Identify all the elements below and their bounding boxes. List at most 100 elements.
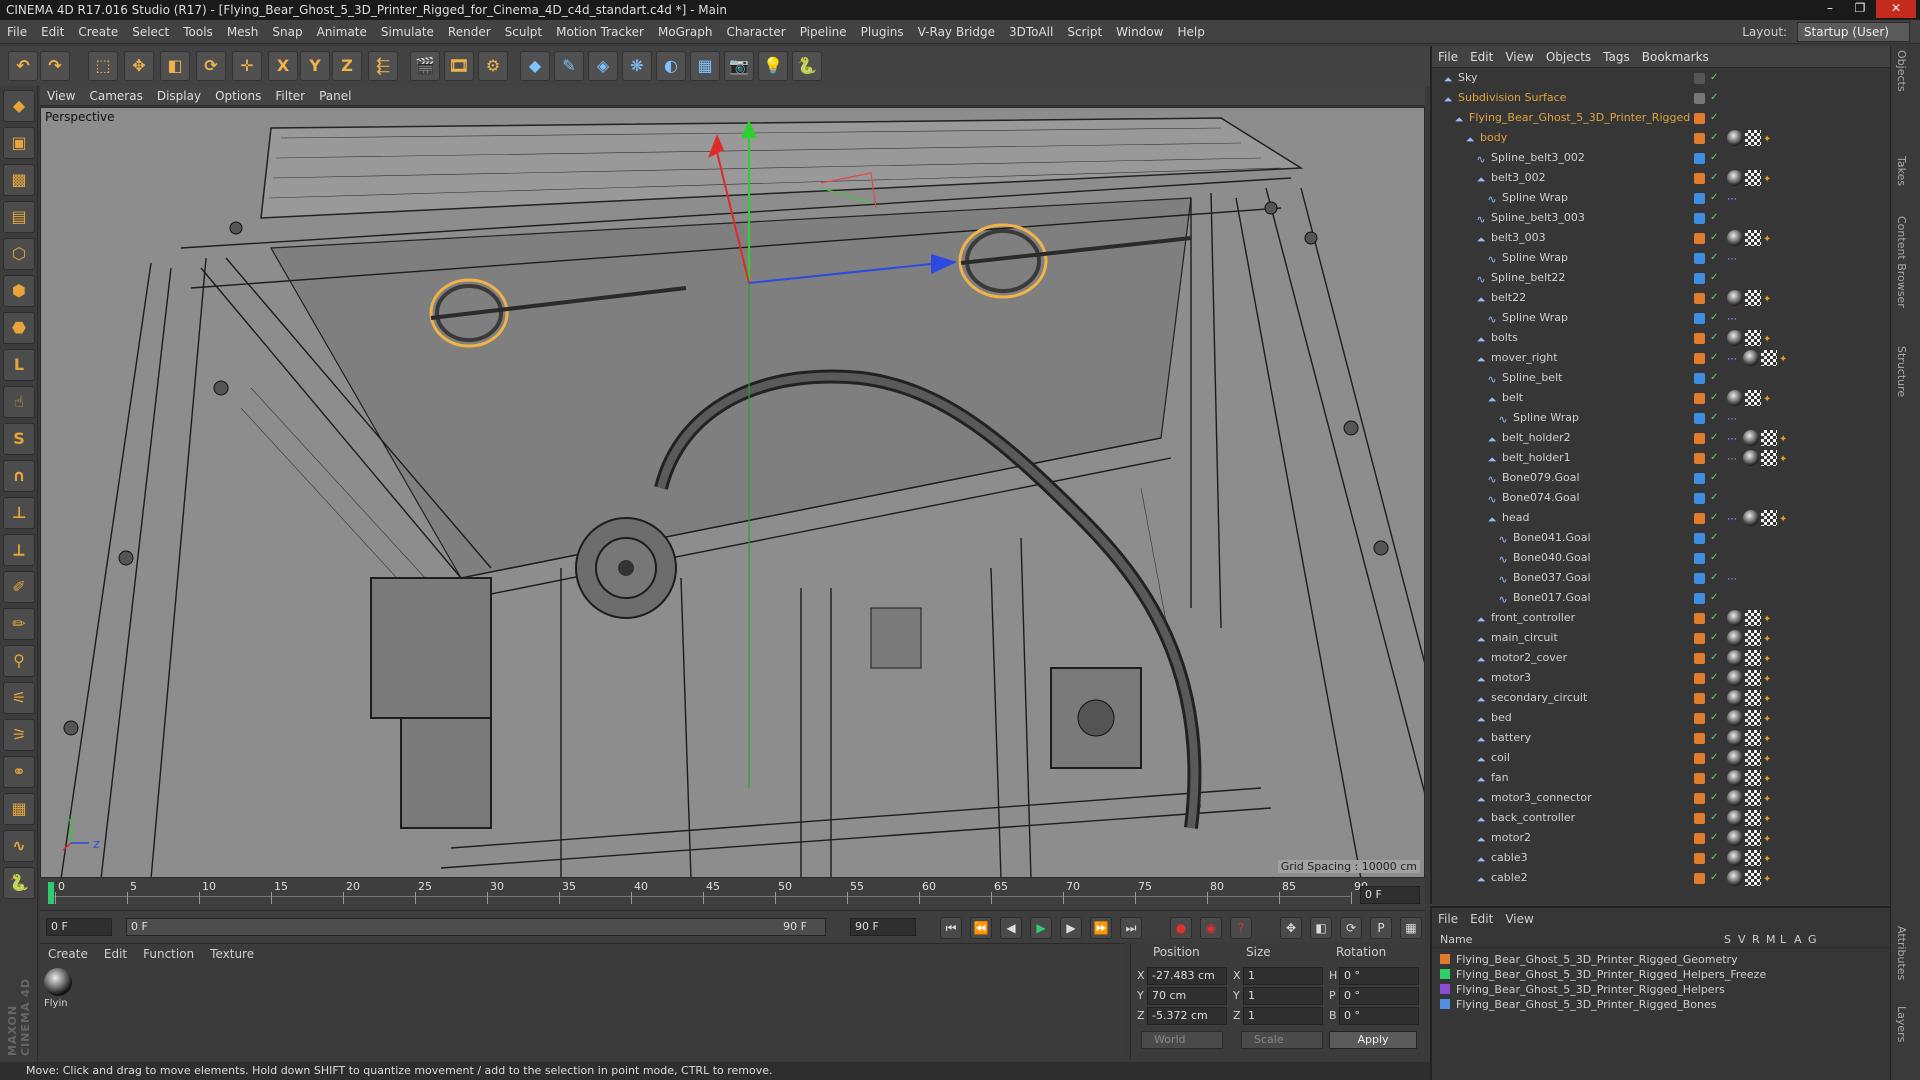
layer-color-swatch[interactable]	[1694, 213, 1705, 224]
layer-color-swatch[interactable]	[1694, 73, 1705, 84]
ik-tag-icon[interactable]: ✦	[1763, 670, 1775, 686]
ik-tag-icon[interactable]: ✦	[1763, 690, 1775, 706]
texture-tag-icon[interactable]	[1745, 170, 1761, 186]
visibility-flags[interactable]: ✓	[1710, 591, 1724, 605]
ik-tag-icon[interactable]: ✦	[1763, 730, 1775, 746]
smooth-icon[interactable]: ⚞	[3, 719, 35, 751]
param-key-icon[interactable]: P	[1370, 917, 1392, 939]
object-row[interactable]: ∿ Spline_belt3_002 ✓	[1432, 148, 1890, 168]
ik-tag-icon[interactable]: ✦	[1779, 350, 1791, 366]
menu-mograph[interactable]: MoGraph	[651, 20, 720, 44]
layer-color-swatch[interactable]	[1694, 373, 1705, 384]
visibility-flags[interactable]: ✓	[1710, 471, 1724, 485]
layer-color-swatch[interactable]	[1440, 984, 1450, 994]
material-tag-icon[interactable]	[1727, 690, 1743, 706]
timeline[interactable]: 051015202530354045505560657075808590 0 F	[40, 878, 1425, 910]
menu-v-ray-bridge[interactable]: V-Ray Bridge	[911, 20, 1002, 44]
material-tag-icon[interactable]	[1727, 290, 1743, 306]
spline-tag-icon[interactable]: ⋯	[1727, 310, 1741, 326]
ik-tag-icon[interactable]: ✦	[1763, 870, 1775, 886]
side-tab-takes[interactable]: Takes	[1895, 156, 1908, 186]
layer-column-v[interactable]: V	[1738, 933, 1746, 946]
layer-row[interactable]: Flying_Bear_Ghost_5_3D_Printer_Rigged_He…	[1440, 982, 1725, 997]
menu-snap[interactable]: Snap	[265, 20, 309, 44]
ik-tag-icon[interactable]: ✦	[1763, 650, 1775, 666]
object-row[interactable]: ⏶ Flying_Bear_Ghost_5_3D_Printer_Rigged ✓	[1432, 108, 1890, 128]
object-row[interactable]: ∿ Spline_belt22 ✓	[1432, 268, 1890, 288]
texture-mode-icon[interactable]: ▩	[3, 164, 35, 196]
texture-tag-icon[interactable]	[1745, 130, 1761, 146]
next-key-icon[interactable]: ⏩	[1090, 917, 1112, 939]
spline-tag-icon[interactable]: ⋯	[1727, 350, 1741, 366]
layer-column-a[interactable]: A	[1794, 933, 1802, 946]
material-tag-icon[interactable]	[1727, 850, 1743, 866]
layer-color-swatch[interactable]	[1694, 853, 1705, 864]
object-row[interactable]: ⏶ belt22 ✓ ✦	[1432, 288, 1890, 308]
rotate-key-icon[interactable]: ⟳	[1340, 917, 1362, 939]
visibility-flags[interactable]: ✓	[1710, 651, 1724, 665]
ik-tag-icon[interactable]: ✦	[1763, 810, 1775, 826]
layer-color-swatch[interactable]	[1440, 999, 1450, 1009]
texture-tag-icon[interactable]	[1745, 710, 1761, 726]
material-tag-icon[interactable]	[1727, 670, 1743, 686]
layer-color-swatch[interactable]	[1694, 133, 1705, 144]
position-y-field[interactable]: 70 cm	[1147, 987, 1227, 1005]
object-row[interactable]: ⏶ Subdivision Surface ✓	[1432, 88, 1890, 108]
joint-tool-icon[interactable]: ⊥	[3, 497, 35, 529]
minimize-button[interactable]: –	[1816, 0, 1844, 18]
layer-color-swatch[interactable]	[1694, 813, 1705, 824]
layer-color-swatch[interactable]	[1694, 453, 1705, 464]
layer-color-swatch[interactable]	[1694, 773, 1705, 784]
object-row[interactable]: ⏶ cable2 ✓ ✦	[1432, 868, 1890, 888]
z-axis-icon[interactable]: Z	[332, 51, 362, 81]
layer-color-swatch[interactable]	[1694, 753, 1705, 764]
prev-frame-icon[interactable]: ◀	[1000, 917, 1022, 939]
ik-tag-icon[interactable]: ✦	[1763, 830, 1775, 846]
layout-dropdown[interactable]: Startup (User)	[1796, 22, 1910, 42]
apply-button[interactable]: Apply	[1329, 1031, 1417, 1049]
layer-color-swatch[interactable]	[1694, 313, 1705, 324]
visibility-flags[interactable]: ✓	[1710, 611, 1724, 625]
menu-3dtoall[interactable]: 3DToAll	[1002, 20, 1060, 44]
material-tag-icon[interactable]	[1743, 350, 1759, 366]
ik-tag-icon[interactable]: ✦	[1763, 130, 1775, 146]
tweak-mode-icon[interactable]: ☝	[3, 386, 35, 418]
visibility-flags[interactable]: ✓	[1710, 111, 1724, 125]
visibility-flags[interactable]: ✓	[1710, 151, 1724, 165]
layer-column-r[interactable]: R	[1752, 933, 1760, 946]
grid-lock-icon[interactable]: ▦	[3, 793, 35, 825]
live-selection-icon[interactable]: ⬚	[88, 51, 118, 81]
keyframe-selection-icon[interactable]: ?	[1230, 917, 1252, 939]
spline-tag-icon[interactable]: ⋯	[1727, 410, 1741, 426]
object-row[interactable]: ⏶ motor2 ✓ ✦	[1432, 828, 1890, 848]
pose-icon[interactable]: ⚭	[3, 756, 35, 788]
object-menu-file[interactable]: File	[1432, 46, 1464, 68]
visibility-flags[interactable]: ✓	[1710, 571, 1724, 585]
texture-tag-icon[interactable]	[1745, 770, 1761, 786]
rotation-p-field[interactable]: 0 °	[1339, 987, 1419, 1005]
ik-tag-icon[interactable]: ✦	[1763, 230, 1775, 246]
cloner-icon[interactable]: ❋	[622, 51, 652, 81]
texture-tag-icon[interactable]	[1745, 650, 1761, 666]
object-row[interactable]: ⏶ belt3_003 ✓ ✦	[1432, 228, 1890, 248]
layer-column-name[interactable]: Name	[1440, 933, 1472, 946]
layer-column-s[interactable]: S	[1724, 933, 1731, 946]
layer-row[interactable]: Flying_Bear_Ghost_5_3D_Printer_Rigged_He…	[1440, 967, 1766, 982]
menu-edit[interactable]: Edit	[34, 20, 71, 44]
visibility-flags[interactable]: ✓	[1710, 431, 1724, 445]
position-z-field[interactable]: -5.372 cm	[1147, 1007, 1227, 1025]
menu-help[interactable]: Help	[1170, 20, 1211, 44]
weight-tool-icon[interactable]: ✐	[3, 571, 35, 603]
object-row[interactable]: ∿ Spline Wrap ✓ ⋯	[1432, 188, 1890, 208]
visibility-flags[interactable]: ✓	[1710, 771, 1724, 785]
polygons-mode-icon[interactable]: ⬣	[3, 312, 35, 344]
object-row[interactable]: ⏶ coil ✓ ✦	[1432, 748, 1890, 768]
material-tag-icon[interactable]	[1743, 450, 1759, 466]
ik-tag-icon[interactable]: ✦	[1763, 290, 1775, 306]
visibility-flags[interactable]: ✓	[1710, 131, 1724, 145]
ik-tag-icon[interactable]: ✦	[1763, 170, 1775, 186]
spline-tag-icon[interactable]: ⋯	[1727, 190, 1741, 206]
object-row[interactable]: ∿ Bone017.Goal ✓	[1432, 588, 1890, 608]
object-menu-edit[interactable]: Edit	[1464, 46, 1499, 68]
material-tag-icon[interactable]	[1727, 830, 1743, 846]
